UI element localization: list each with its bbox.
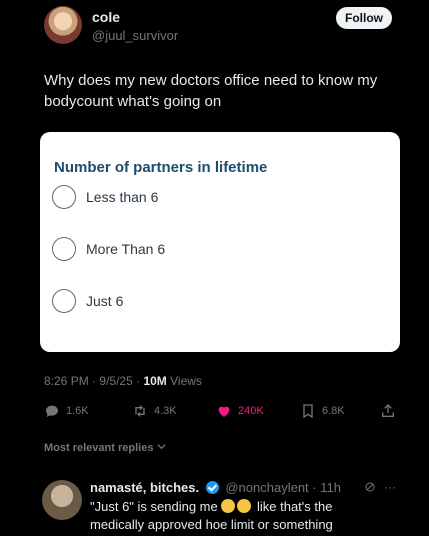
tweet-header: cole @juul_survivor Follow (0, 0, 429, 60)
retweet-icon (135, 405, 145, 417)
radio-icon (52, 237, 76, 261)
replies-sort-label: Most relevant replies (44, 442, 154, 454)
option-label: Just 6 (86, 293, 124, 309)
heart-icon (218, 406, 230, 417)
retweet-count: 4.3K (154, 405, 177, 417)
tweet-meta: 8:26 PM · 9/5/25 · 10M Views (44, 374, 202, 388)
retweet-button[interactable]: 4.3K (132, 400, 177, 422)
radio-icon (52, 185, 76, 209)
bookmark-button[interactable]: 6.8K (300, 400, 345, 422)
follow-button[interactable]: Follow (336, 7, 392, 29)
poll-option-less-than-6: Less than 6 (52, 184, 158, 210)
share-icon (382, 404, 394, 417)
replies-sort-dropdown[interactable]: Most relevant replies (44, 442, 166, 454)
views-label: Views (170, 374, 202, 388)
views-count: 10M (143, 374, 167, 388)
attached-image-card[interactable]: Number of partners in lifetime Less than… (40, 132, 400, 352)
like-button[interactable]: 240K (216, 400, 264, 422)
like-count: 240K (238, 405, 264, 417)
tweet-time[interactable]: 8:26 PM (44, 374, 89, 388)
reply-icon (46, 405, 58, 417)
poll-title: Number of partners in lifetime (54, 159, 268, 176)
author-handle[interactable]: @juul_survivor (92, 28, 178, 43)
tweet-text: Why does my new doctors office need to k… (44, 72, 378, 110)
reply-header: namasté, bitches. @nonchaylent · 11h (90, 480, 341, 495)
reply-text-before: "Just 6" is sending me (90, 499, 218, 514)
grimacing-face-icon (221, 499, 236, 513)
poll-option-more-than-6: More Than 6 (52, 236, 165, 262)
radio-icon (52, 289, 76, 313)
bookmark-icon (303, 404, 313, 419)
action-bar: 1.6K 4.3K 240K 6.8K (44, 400, 400, 422)
reply-button[interactable]: 1.6K (44, 400, 89, 422)
author-avatar[interactable] (44, 6, 82, 44)
verified-badge-icon (205, 481, 219, 494)
reply-avatar[interactable] (42, 480, 82, 520)
grok-icon[interactable] (364, 481, 376, 493)
chevron-down-icon (156, 444, 166, 450)
grimacing-face-icon (237, 499, 252, 513)
poll-option-just-6: Just 6 (52, 288, 123, 314)
option-label: Less than 6 (86, 189, 159, 205)
reply-extra-actions: ··· (364, 480, 396, 494)
author-name[interactable]: cole (92, 9, 120, 25)
reply-count: 1.6K (66, 405, 89, 417)
reply-time[interactable]: 11h (320, 480, 341, 495)
more-options-icon[interactable]: ··· (384, 480, 396, 494)
bookmark-count: 6.8K (322, 405, 345, 417)
tweet-date[interactable]: 9/5/25 (99, 374, 132, 388)
reply-author-handle[interactable]: @nonchaylent (225, 480, 308, 495)
reply-author-name[interactable]: namasté, bitches. (90, 480, 199, 495)
option-label: More Than 6 (86, 241, 166, 257)
share-button[interactable] (380, 400, 402, 422)
reply-text: "Just 6" is sending me like that's the m… (90, 498, 390, 534)
